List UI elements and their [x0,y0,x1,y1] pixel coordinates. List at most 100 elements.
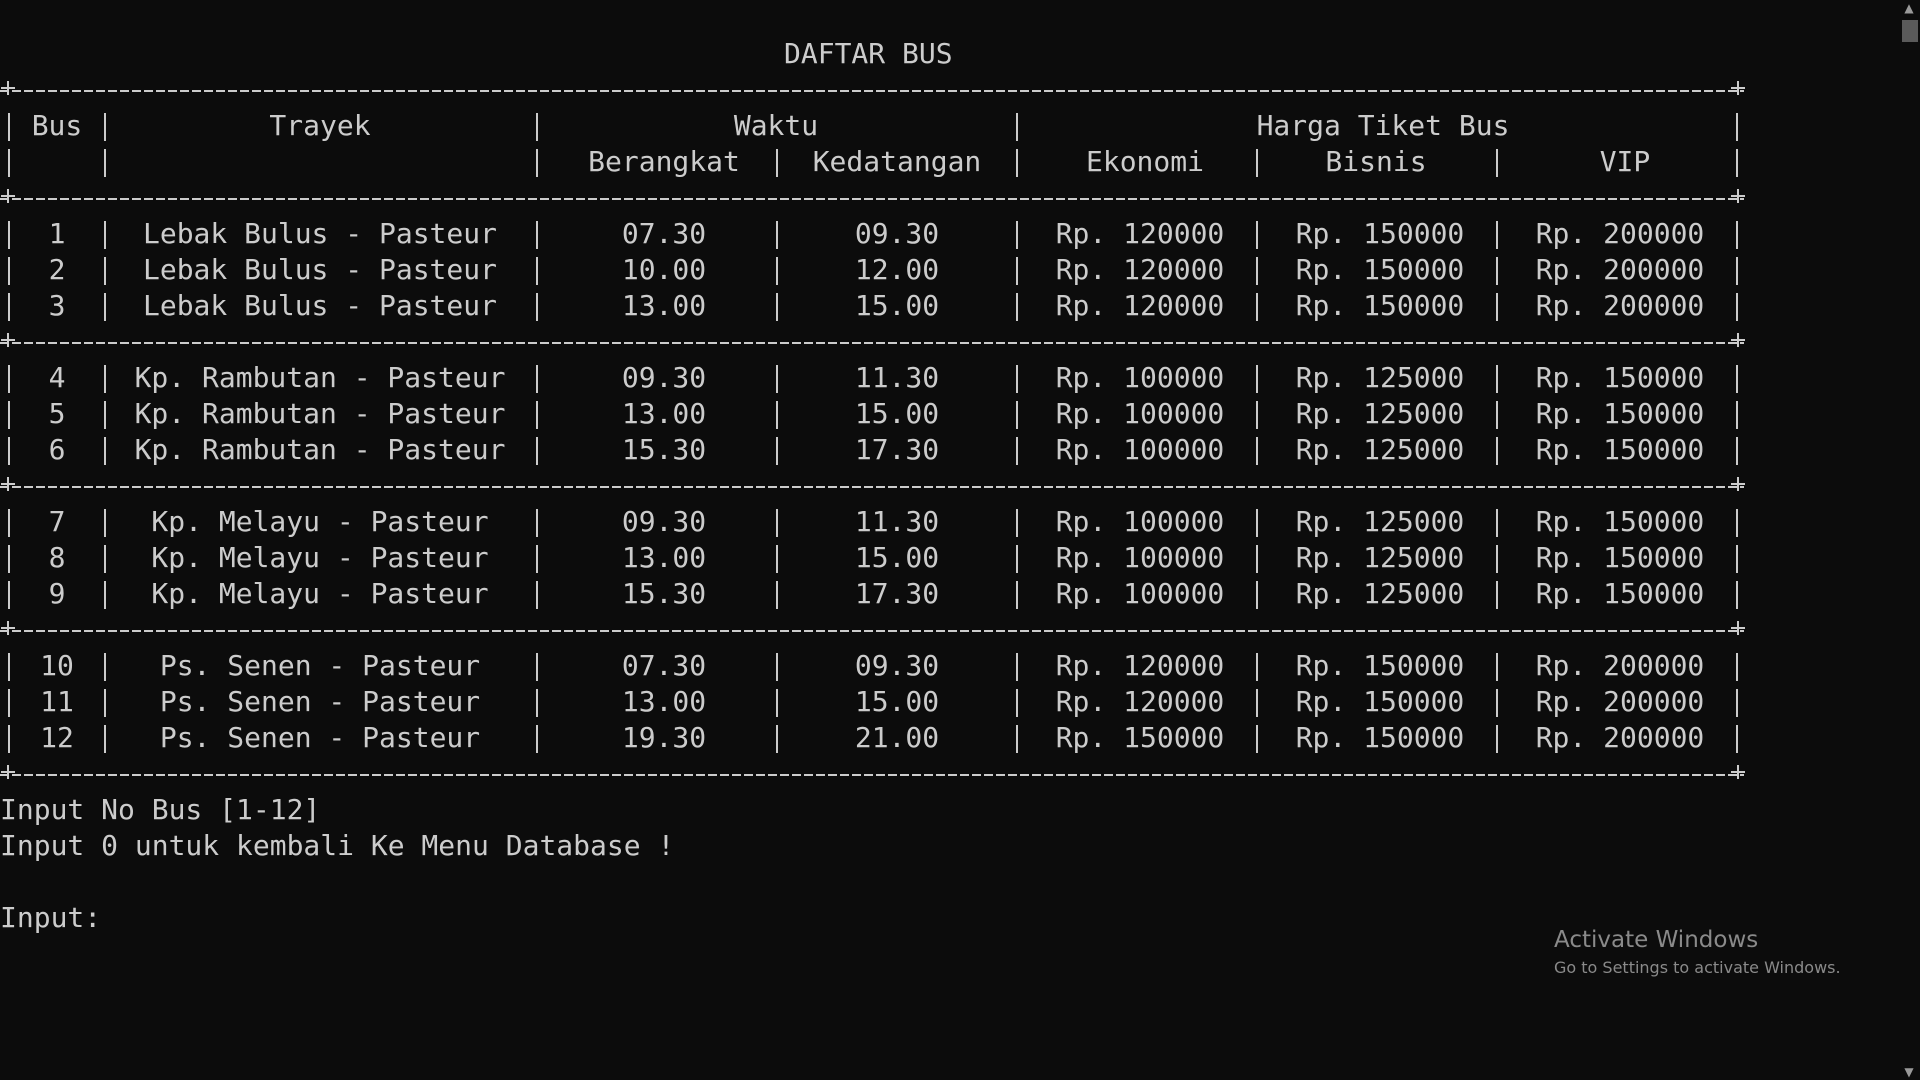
input-prompt[interactable]: Input: [0,900,101,936]
scroll-up-icon[interactable]: ▲ [1898,0,1920,16]
column-divider [1016,401,1018,429]
table-row: 11 Ps. Senen - Pasteur 13.00 15.00 Rp. 12000… [0,684,1744,720]
cell-kedatangan: 11.30 [854,505,940,538]
column-divider [1736,437,1738,465]
scroll-thumb[interactable] [1902,20,1918,42]
header-bus: Bus [31,109,83,142]
scroll-down-icon[interactable]: ▼ [1898,1064,1920,1080]
cell-trayek: Kp. Rambutan - Pasteur [134,397,506,430]
cell-bisnis: Rp. 125000 [1295,433,1465,466]
column-divider [1736,257,1738,285]
column-divider [1496,653,1498,681]
cell-kedatangan: 15.00 [854,541,940,574]
cell-berangkat: 15.30 [621,577,707,610]
column-divider [536,581,538,609]
column-divider [1496,149,1498,177]
table-row: 10 Ps. Senen - Pasteur 07.30 09.30 Rp. 12000… [0,648,1744,684]
column-divider [1016,509,1018,537]
cell-bisnis: Rp. 150000 [1295,721,1465,754]
column-divider [8,689,10,717]
cell-berangkat: 07.30 [621,649,707,682]
column-divider [1256,689,1258,717]
cell-bus-no: 4 [48,361,66,394]
column-divider [104,689,106,717]
cell-trayek: Lebak Bulus - Pasteur [142,289,497,322]
column-divider [536,437,538,465]
cell-vip: Rp. 200000 [1535,721,1705,754]
table-row: 6 Kp. Rambutan - Pasteur 15.30 17.30 Rp. 100… [0,432,1744,468]
console-window[interactable]: DAFTAR BUS Bus Trayek Waktu Harga Tiket … [0,0,1898,1080]
cell-bus-no: 2 [48,253,66,286]
column-divider [1016,365,1018,393]
cell-bisnis: Rp. 125000 [1295,505,1465,538]
column-divider [536,113,538,141]
cell-ekonomi: Rp. 120000 [1055,685,1225,718]
activate-windows-watermark: Activate Windows Go to Settings to activ… [1554,924,1841,980]
column-divider [536,257,538,285]
cell-bus-no: 11 [40,685,74,718]
column-divider [8,149,10,177]
column-divider [1016,725,1018,753]
cell-vip: Rp. 150000 [1535,505,1705,538]
column-divider [104,149,106,177]
column-divider [776,257,778,285]
cell-bisnis: Rp. 125000 [1295,397,1465,430]
column-divider [1256,509,1258,537]
column-divider [1016,149,1018,177]
column-divider [104,257,106,285]
table-row: 2 Lebak Bulus - Pasteur 10.00 12.00 Rp. 1200… [0,252,1744,288]
cell-ekonomi: Rp. 120000 [1055,649,1225,682]
cell-berangkat: 07.30 [621,217,707,250]
cell-bus-no: 7 [48,505,66,538]
column-divider [776,689,778,717]
vertical-scrollbar[interactable]: ▲ ▼ [1898,0,1920,1080]
column-divider [1736,509,1738,537]
column-divider [1016,545,1018,573]
column-divider [1016,257,1018,285]
column-divider [104,545,106,573]
cell-ekonomi: Rp. 100000 [1055,577,1225,610]
header-waktu: Waktu [733,109,819,142]
cell-vip: Rp. 150000 [1535,541,1705,574]
column-divider [104,653,106,681]
column-divider [776,221,778,249]
prompt-line: Input 0 untuk kembali Ke Menu Database ! [0,829,675,862]
cell-vip: Rp. 200000 [1535,649,1705,682]
table-separator [0,324,1745,360]
cell-berangkat: 09.30 [621,361,707,394]
column-divider [1736,401,1738,429]
cell-berangkat: 15.30 [621,433,707,466]
column-divider [8,293,10,321]
cell-trayek: Kp. Rambutan - Pasteur [134,433,506,466]
column-divider [776,437,778,465]
cell-vip: Rp. 200000 [1535,289,1705,322]
column-divider [1016,221,1018,249]
prompt-line: Input No Bus [1-12] [0,793,321,826]
cell-bisnis: Rp. 125000 [1295,541,1465,574]
cell-vip: Rp. 150000 [1535,433,1705,466]
table-separator [0,756,1745,792]
column-divider [1256,437,1258,465]
table-row: 1 Lebak Bulus - Pasteur 07.30 09.30 Rp. 1200… [0,216,1744,252]
cell-berangkat: 13.00 [621,541,707,574]
cell-kedatangan: 21.00 [854,721,940,754]
header-vip: VIP [1599,145,1651,178]
column-divider [1496,545,1498,573]
cell-ekonomi: Rp. 100000 [1055,433,1225,466]
column-divider [536,545,538,573]
column-divider [1736,689,1738,717]
table-row: 3 Lebak Bulus - Pasteur 13.00 15.00 Rp. 1200… [0,288,1744,324]
cell-ekonomi: Rp. 100000 [1055,397,1225,430]
column-divider [1256,653,1258,681]
cell-trayek: Kp. Melayu - Pasteur [151,541,489,574]
cell-berangkat: 13.00 [621,397,707,430]
column-divider [8,221,10,249]
column-divider [536,653,538,681]
column-divider [1736,581,1738,609]
column-divider [536,725,538,753]
cell-bus-no: 1 [48,217,66,250]
column-divider [1016,437,1018,465]
column-divider [776,545,778,573]
column-divider [1256,221,1258,249]
column-divider [1016,581,1018,609]
